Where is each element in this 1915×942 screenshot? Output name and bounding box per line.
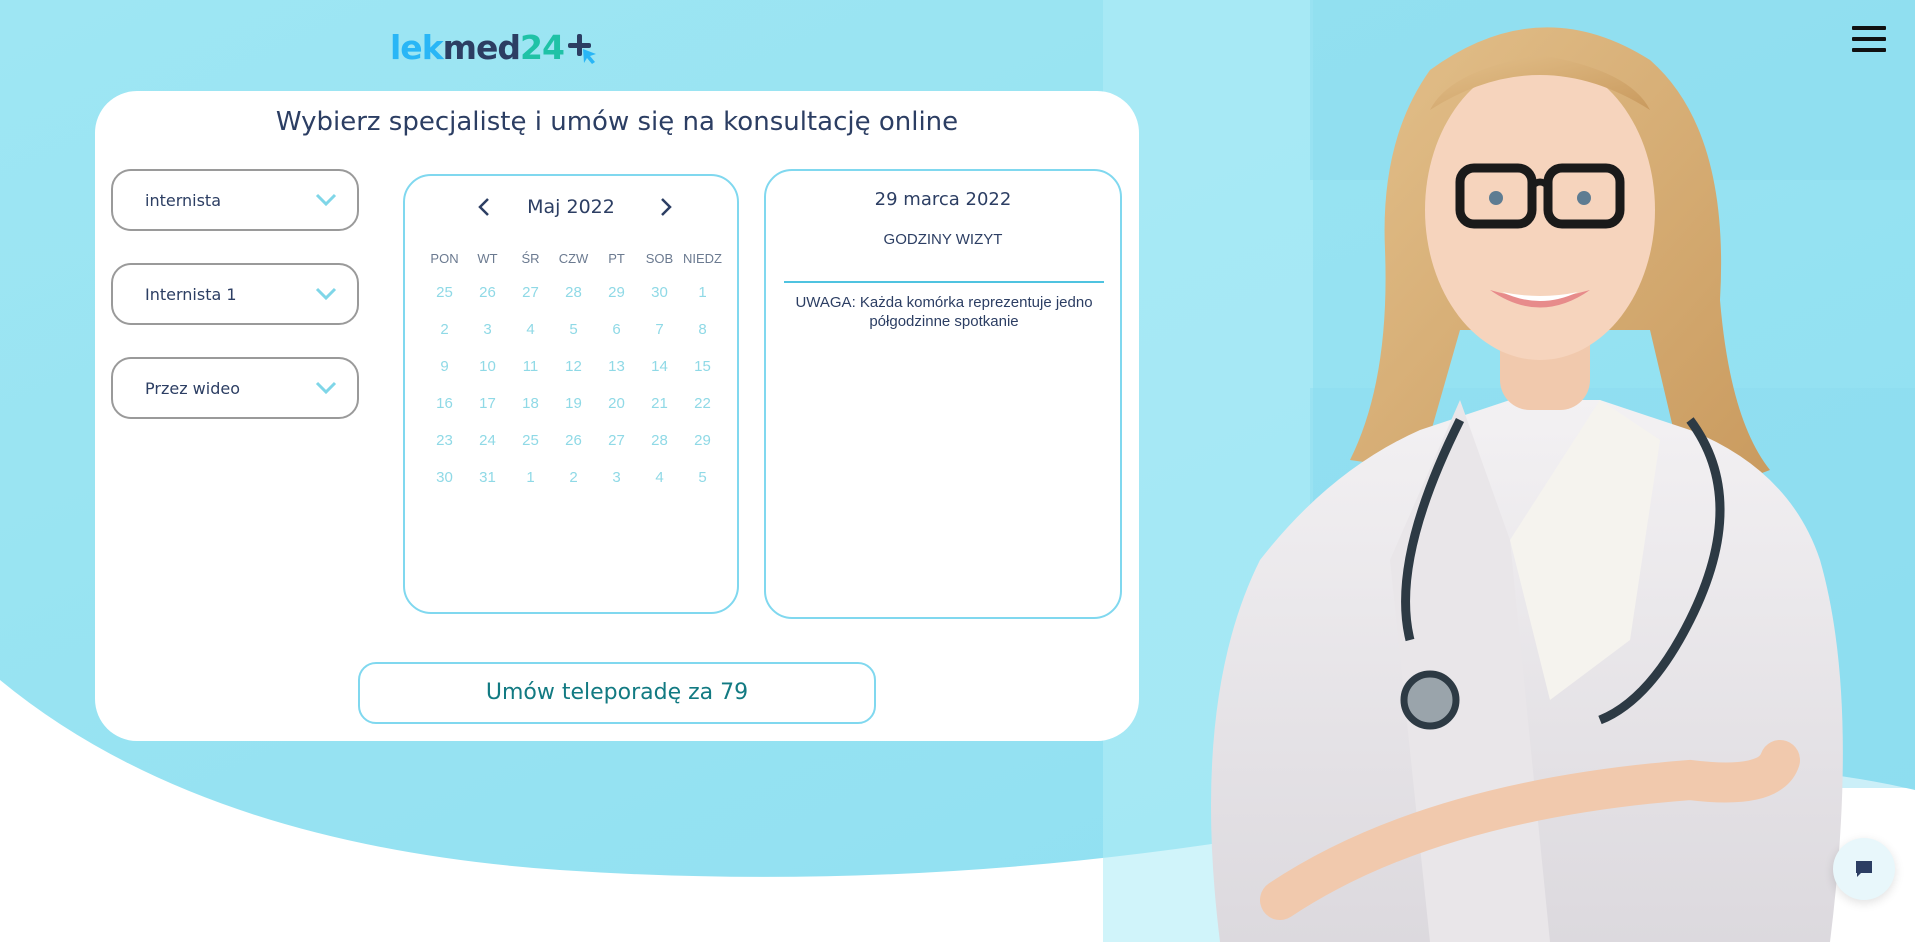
weekday-label: NIEDZ: [683, 250, 722, 266]
weekday-label: CZW: [558, 250, 589, 266]
chevron-left-icon[interactable]: [475, 196, 495, 218]
doctor-select-value: Internista 1: [145, 285, 237, 304]
calendar-week: 23 24 25 26 27 28 29: [423, 422, 723, 459]
calendar-day[interactable]: 4: [509, 321, 552, 338]
calendar-month: Maj 2022: [527, 196, 615, 218]
calendar-day[interactable]: 31: [466, 469, 509, 486]
calendar-day[interactable]: 25: [423, 284, 466, 301]
calendar-week: 25 26 27 28 29 30 1: [423, 274, 723, 311]
calendar-day[interactable]: 14: [638, 358, 681, 375]
logo-text-24: 24: [520, 28, 565, 67]
calendar-day[interactable]: 2: [552, 469, 595, 486]
calendar-day[interactable]: 24: [466, 432, 509, 449]
calendar-day[interactable]: 23: [423, 432, 466, 449]
calendar-day[interactable]: 9: [423, 358, 466, 375]
specialty-select-value: internista: [145, 191, 221, 210]
calendar-day[interactable]: 19: [552, 395, 595, 412]
calendar-day[interactable]: 5: [681, 469, 724, 486]
weekday-label: PON: [430, 250, 459, 266]
calendar-day[interactable]: 26: [466, 284, 509, 301]
calendar-day[interactable]: 7: [638, 321, 681, 338]
calendar-day[interactable]: 21: [638, 395, 681, 412]
chat-button[interactable]: [1833, 838, 1895, 900]
chevron-down-icon: [315, 287, 337, 301]
calendar-day[interactable]: 1: [681, 284, 724, 301]
calendar-header: Maj 2022: [405, 194, 737, 222]
calendar-week: 16 17 18 19 20 21 22: [423, 385, 723, 422]
slot-note: UWAGA: Każda komórka reprezentuje jedno …: [795, 294, 1093, 330]
divider: [784, 281, 1104, 283]
logo-text-lek: lek: [390, 28, 444, 67]
calendar-day[interactable]: 15: [681, 358, 724, 375]
calendar-day[interactable]: 3: [466, 321, 509, 338]
calendar-day[interactable]: 10: [466, 358, 509, 375]
calendar-day[interactable]: 2: [423, 321, 466, 338]
visit-hours-title: GODZINY WIZYT: [883, 231, 1003, 248]
calendar-week: 9 10 11 12 13 14 15: [423, 348, 723, 385]
calendar-day[interactable]: 11: [509, 358, 552, 375]
weekday-label: ŚR: [521, 250, 540, 266]
calendar-day[interactable]: 18: [509, 395, 552, 412]
calendar-day[interactable]: 30: [423, 469, 466, 486]
calendar-week: 30 31 1 2 3 4 5: [423, 459, 723, 496]
book-teleconsultation-button[interactable]: Umów teleporadę za 79: [358, 662, 876, 724]
weekday-label: PT: [608, 250, 625, 266]
chevron-down-icon: [315, 381, 337, 395]
calendar-day[interactable]: 29: [681, 432, 724, 449]
chevron-right-icon[interactable]: [655, 196, 675, 218]
calendar-day[interactable]: 26: [552, 432, 595, 449]
doctor-photo: [1211, 27, 1843, 942]
consultation-type-value: Przez wideo: [145, 379, 240, 398]
selected-date: 29 marca 2022: [874, 189, 1012, 210]
weekday-label: SOB: [645, 250, 674, 266]
calendar-day[interactable]: 27: [595, 432, 638, 449]
visit-hours-panel: 29 marca 2022 GODZINY WIZYT UWAGA: Każda…: [764, 169, 1122, 619]
calendar-day[interactable]: 13: [595, 358, 638, 375]
weekday-label: WT: [477, 250, 498, 266]
calendar-day[interactable]: 6: [595, 321, 638, 338]
calendar-day[interactable]: 3: [595, 469, 638, 486]
calendar-day[interactable]: 25: [509, 432, 552, 449]
calendar-day[interactable]: 20: [595, 395, 638, 412]
calendar-day[interactable]: 8: [681, 321, 724, 338]
cursor-arrow-icon: [567, 33, 596, 64]
calendar-day[interactable]: 4: [638, 469, 681, 486]
logo-text-med: med: [442, 28, 521, 67]
specialty-select[interactable]: internista: [111, 169, 359, 231]
calendar-day[interactable]: 1: [509, 469, 552, 486]
chat-icon: [1856, 861, 1872, 877]
calendar-day[interactable]: 28: [638, 432, 681, 449]
weekday-row: PON WT ŚR CZW PT SOB NIEDZ: [423, 242, 723, 274]
calendar: Maj 2022 PON WT ŚR CZW PT SOB NIEDZ 25 2…: [403, 174, 739, 614]
consultation-type-select[interactable]: Przez wideo: [111, 357, 359, 419]
booking-card: Wybierz specjalistę i umów się na konsul…: [95, 91, 1139, 741]
brand-logo[interactable]: lek med 24: [390, 28, 598, 67]
calendar-day[interactable]: 27: [509, 284, 552, 301]
doctor-select[interactable]: Internista 1: [111, 263, 359, 325]
calendar-grid: PON WT ŚR CZW PT SOB NIEDZ 25 26 27 28 2…: [423, 242, 723, 496]
calendar-day[interactable]: 17: [466, 395, 509, 412]
calendar-day[interactable]: 16: [423, 395, 466, 412]
calendar-day[interactable]: 28: [552, 284, 595, 301]
calendar-day[interactable]: 5: [552, 321, 595, 338]
calendar-day[interactable]: 30: [638, 284, 681, 301]
page-title: Wybierz specjalistę i umów się na konsul…: [275, 107, 959, 137]
calendar-day[interactable]: 12: [552, 358, 595, 375]
calendar-day[interactable]: 22: [681, 395, 724, 412]
chevron-down-icon: [315, 193, 337, 207]
calendar-week: 2 3 4 5 6 7 8: [423, 311, 723, 348]
calendar-day[interactable]: 29: [595, 284, 638, 301]
